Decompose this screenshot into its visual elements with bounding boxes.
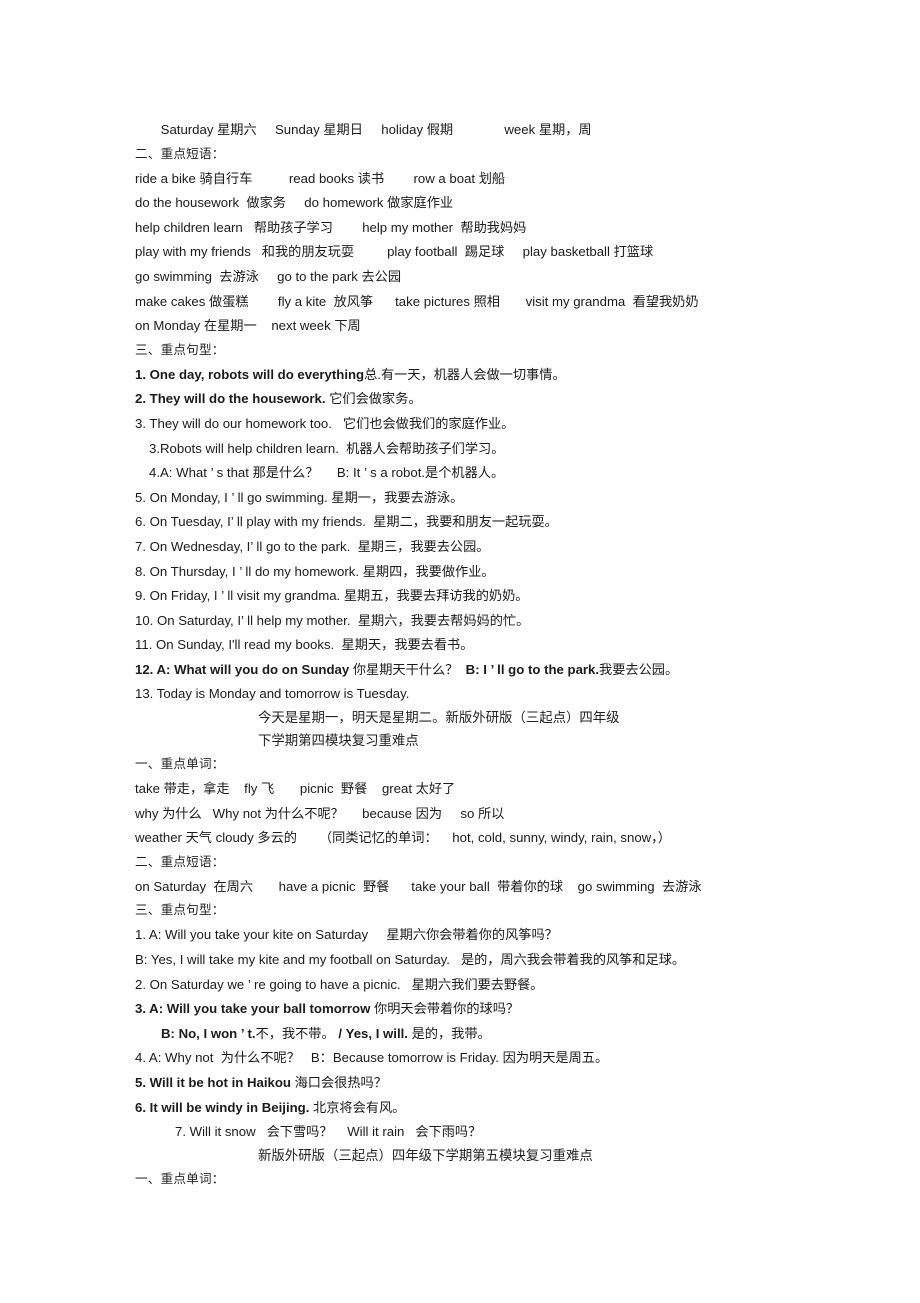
phrase-line-3: help children learn 帮助孩子学习 help my mothe… xyxy=(135,219,527,235)
sentence-13: 13. Today is Monday and tomorrow is Tues… xyxy=(135,686,410,702)
phrase-line-4: play with my friends 和我的朋友玩耍 play footba… xyxy=(135,244,654,260)
sentence-5: 5. On Monday, I ’ ll go swimming. 星期一，我要… xyxy=(135,489,464,505)
module4-sentence-1b: B: Yes, I will take my kite and my footb… xyxy=(135,952,686,968)
sentence-12: 12. A: What will you do on Sunday 你星期天干什… xyxy=(135,658,795,683)
module4-heading-key-sentences: 三、重点句型： xyxy=(135,902,225,918)
module4-sentence-3b-affirmative: / Yes, I will. xyxy=(338,1025,408,1041)
module5-title: 新版外研版（三起点）四年级下学期第五模块复习重难点 xyxy=(258,1148,593,1164)
module4-sentence-6-chinese: 北京将会有风。 xyxy=(309,1099,406,1115)
module4-sentence-5-chinese: 海口会很热吗？ xyxy=(290,1075,387,1090)
phrase-line-6: make cakes 做蛋糕 fly a kite 放风筝 take pictu… xyxy=(135,293,699,309)
module4-word-line-1: take 带走，拿走 fly 飞 picnic 野餐 great 太好了 xyxy=(135,781,456,797)
module4-heading-key-phrases: 二、重点短语： xyxy=(135,853,225,869)
sentence-1-chinese: 总.有一天，机器人会做一切事情。 xyxy=(364,366,566,382)
sentence-6: 6. On Tuesday, I’ ll play with my friend… xyxy=(135,514,558,530)
sentence-2: 2. They will do the housework. 它们会做家务。 xyxy=(135,387,795,412)
module4-sentence-3b-negative: B: No, I won ’ t. xyxy=(161,1025,256,1041)
module4-sentence-6-english: 6. It will be windy in Beijing. xyxy=(135,1099,310,1115)
module4-title-line-2: 下学期第四模块复习重难点 xyxy=(258,734,419,750)
module4-word-line-2: why 为什么 Why not 为什么不呢？ because 因为 so 所以 xyxy=(135,805,505,821)
sentence-10: 10. On Saturday, I’ ll help my mother. 星… xyxy=(135,612,530,628)
sentence-8: 8. On Thursday, I ’ ll do my homework. 星… xyxy=(135,563,495,579)
sentence-1: 1. One day, robots will do everything总.有… xyxy=(135,363,795,388)
sentence-2-chinese: 它们会做家务。 xyxy=(325,391,422,407)
sentence-4: 4.A: What ’ s that 那是什么？ B: It ’ s a rob… xyxy=(149,465,505,481)
document-body: Saturday 星期六 Sunday 星期日 holiday 假期 week … xyxy=(135,118,795,1189)
module4-sentence-5-english: 5. Will it be hot in Haikou xyxy=(135,1075,291,1090)
module4-sentence-3: 3. A: Will you take your ball tomorrow 你… xyxy=(135,997,795,1022)
module4-sentence-7: 7. Will it snow 会下雪吗？ Will it rain 会下雨吗？ xyxy=(175,1124,482,1140)
phrase-line-5: go swimming 去游泳 go to the park 去公园 xyxy=(135,268,402,284)
module4-sentence-4: 4. A: Why not 为什么不呢？ B：Because tomorrow … xyxy=(135,1050,609,1066)
phrase-line-7: on Monday 在星期一 next week 下周 xyxy=(135,318,361,334)
module4-title-line-1: 今天是星期一，明天是星期二。新版外研版（三起点）四年级 xyxy=(258,711,620,727)
sentence-3b: 3.Robots will help children learn. 机器人会帮… xyxy=(149,440,505,456)
phrase-line-1: ride a bike 骑自行车 read books 读书 row a boa… xyxy=(135,170,506,186)
sentence-2-english: 2. They will do the housework. xyxy=(135,391,326,407)
document-page: Saturday 星期六 Sunday 星期日 holiday 假期 week … xyxy=(0,0,920,1303)
sentence-12-question-chinese: 你星期天干什么？ xyxy=(349,661,463,677)
module4-sentence-2: 2. On Saturday we ’ re going to have a p… xyxy=(135,976,544,992)
sentence-3: 3. They will do our homework too. 它们也会做我… xyxy=(135,415,515,431)
module4-sentence-1a: 1. A: Will you take your kite on Saturda… xyxy=(135,927,558,943)
sentence-9: 9. On Friday, I ’ ll visit my grandma. 星… xyxy=(135,588,529,604)
module4-sentence-6: 6. It will be windy in Beijing. 北京将会有风。 xyxy=(135,1096,795,1121)
module4-word-line-3: weather 天气 cloudy 多云的 （同类记忆的单词： hot, col… xyxy=(135,830,671,846)
module4-sentence-5: 5. Will it be hot in Haikou 海口会很热吗？ xyxy=(135,1071,795,1096)
vocab-line-days: Saturday 星期六 Sunday 星期日 holiday 假期 week … xyxy=(135,122,592,137)
module4-sentence-3b: B: No, I won ’ t.不，我不带。 / Yes, I will. 是… xyxy=(135,1022,795,1047)
phrase-line-2: do the housework 做家务 do homework 做家庭作业 xyxy=(135,195,454,211)
module4-sentence-3b-affirmative-chinese: 是的，我带。 xyxy=(407,1025,491,1041)
module4-sentence-3-chinese: 你明天会带着你的球吗？ xyxy=(370,1001,520,1017)
sentence-12-answer-chinese: 我要去公园。 xyxy=(599,661,679,677)
sentence-11: 11. On Sunday, I'll read my books. 星期天，我… xyxy=(135,637,474,653)
module4-phrase-line-1: on Saturday 在周六 have a picnic 野餐 take yo… xyxy=(135,878,702,894)
sentence-1-english: 1. One day, robots will do everything xyxy=(135,366,365,382)
module4-sentence-3b-negative-chinese: 不，我不带。 xyxy=(255,1025,339,1041)
module4-sentence-3-english: 3. A: Will you take your ball tomorrow xyxy=(135,1001,371,1017)
sentence-12-question: 12. A: What will you do on Sunday xyxy=(135,661,350,677)
sentence-12-answer: B: I ’ ll go to the park. xyxy=(462,661,600,677)
module4-heading-key-words: 一、重点单词： xyxy=(135,756,225,772)
sentence-7: 7. On Wednesday, I’ ll go to the park. 星… xyxy=(135,538,490,554)
module5-heading-key-words: 一、重点单词： xyxy=(135,1170,225,1186)
section-heading-key-sentences: 三、重点句型： xyxy=(135,341,225,357)
section-heading-key-phrases: 二、重点短语： xyxy=(135,145,225,161)
